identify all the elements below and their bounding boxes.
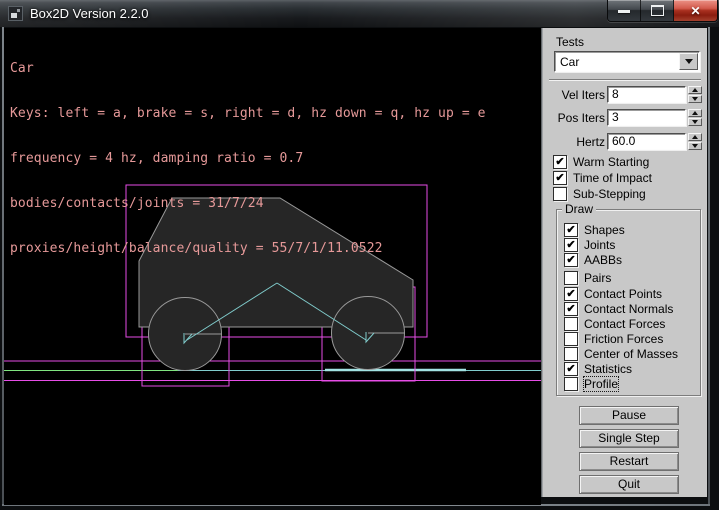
control-panel: Tests Car Vel Iters 8 Pos Iters 3 Hertz bbox=[543, 28, 707, 497]
window-controls: ✕ bbox=[607, 0, 718, 22]
window-title: Box2D Version 2.2.0 bbox=[30, 6, 149, 21]
maximize-button[interactable] bbox=[641, 0, 674, 21]
checkbox-label: Warm Starting bbox=[573, 155, 649, 169]
spinner-down-button[interactable] bbox=[688, 118, 702, 126]
checkbox-box[interactable]: ✔ bbox=[564, 362, 578, 376]
checkbox-label: Time of Impact bbox=[573, 171, 652, 185]
checkbox-box[interactable] bbox=[564, 332, 578, 346]
spinner-up-button[interactable] bbox=[688, 86, 702, 94]
spinner-down-icon bbox=[692, 144, 698, 148]
pause-button[interactable]: Pause bbox=[579, 406, 679, 425]
stats-line-keys: Keys: left = a, brake = s, right = d, hz… bbox=[10, 106, 486, 121]
hertz-spinner bbox=[688, 133, 702, 150]
quit-button[interactable]: Quit bbox=[579, 475, 679, 494]
hertz-input[interactable]: 60.0 bbox=[607, 133, 686, 150]
app-window: Box2D Version 2.2.0 ✕ bbox=[0, 0, 719, 510]
checkbox-label: AABBs bbox=[584, 253, 622, 267]
pos-iters-row: Pos Iters 3 bbox=[543, 109, 707, 126]
spinner-down-button[interactable] bbox=[688, 142, 702, 150]
app-icon bbox=[8, 6, 23, 21]
vel-iters-label: Vel Iters bbox=[562, 88, 605, 102]
checkbox-label: Shapes bbox=[584, 223, 625, 237]
vel-iters-input[interactable]: 8 bbox=[607, 86, 686, 103]
pos-iters-spinner bbox=[688, 109, 702, 126]
title-bar[interactable]: Box2D Version 2.2.0 ✕ bbox=[0, 0, 719, 27]
checkbox-box[interactable]: ✔ bbox=[564, 253, 578, 267]
spinner-down-icon bbox=[692, 97, 698, 101]
tests-dropdown-value: Car bbox=[560, 55, 579, 69]
spinner-up-icon bbox=[692, 135, 698, 139]
spinner-up-icon bbox=[692, 88, 698, 92]
checkbox-label: Pairs bbox=[584, 271, 611, 285]
checkbox-label: Contact Normals bbox=[584, 302, 673, 316]
checkbox-box[interactable]: ✔ bbox=[564, 287, 578, 301]
hertz-row: Hertz 60.0 bbox=[543, 133, 707, 150]
spinner-up-icon bbox=[692, 111, 698, 115]
vel-iters-row: Vel Iters 8 bbox=[543, 86, 707, 103]
tests-dropdown[interactable]: Car bbox=[554, 51, 700, 72]
spinner-down-button[interactable] bbox=[688, 95, 702, 103]
maximize-icon bbox=[651, 5, 664, 16]
stats-overlay: Car Keys: left = a, brake = s, right = d… bbox=[10, 31, 486, 286]
checkbox-box[interactable]: ✔ bbox=[564, 223, 578, 237]
checkbox-box[interactable] bbox=[564, 271, 578, 285]
minimize-button[interactable] bbox=[608, 0, 641, 21]
chevron-down-icon bbox=[685, 59, 693, 64]
draw-group-label: Draw bbox=[562, 203, 596, 216]
checkbox-box[interactable] bbox=[564, 377, 578, 391]
spinner-up-button[interactable] bbox=[688, 133, 702, 141]
stats-line-test-name: Car bbox=[10, 61, 486, 76]
window-frame-right bbox=[708, 27, 710, 506]
checkbox-box[interactable]: ✔ bbox=[553, 171, 567, 185]
pos-iters-input[interactable]: 3 bbox=[607, 109, 686, 126]
checkbox-box[interactable] bbox=[553, 187, 567, 201]
separator bbox=[549, 79, 701, 81]
close-icon: ✕ bbox=[690, 5, 700, 17]
checkbox-box[interactable]: ✔ bbox=[564, 238, 578, 252]
tests-dropdown-button[interactable] bbox=[679, 53, 698, 70]
close-button[interactable]: ✕ bbox=[674, 0, 717, 21]
minimize-icon bbox=[618, 10, 630, 13]
stats-line-frequency: frequency = 4 hz, damping ratio = 0.7 bbox=[10, 151, 486, 166]
checkbox-label: Friction Forces bbox=[584, 332, 663, 346]
checkbox-box[interactable]: ✔ bbox=[553, 155, 567, 169]
draw-group-box: Draw ✔ Shapes ✔ Joints ✔ AABBs Pairs ✔ C… bbox=[556, 209, 701, 396]
checkbox-label: Profile bbox=[584, 377, 618, 391]
single-step-button[interactable]: Single Step bbox=[579, 429, 679, 448]
checkbox-label: Contact Points bbox=[584, 287, 662, 301]
checkbox-box[interactable] bbox=[564, 317, 578, 331]
pos-iters-label: Pos Iters bbox=[558, 111, 605, 125]
simulation-canvas[interactable]: Car Keys: left = a, brake = s, right = d… bbox=[4, 28, 541, 505]
spinner-down-icon bbox=[692, 120, 698, 124]
tests-label: Tests bbox=[556, 35, 584, 49]
checkbox-box[interactable]: ✔ bbox=[564, 302, 578, 316]
checkbox-label: Center of Masses bbox=[584, 347, 678, 361]
checkbox-label: Joints bbox=[584, 238, 615, 252]
stats-line-bodies: bodies/contacts/joints = 31/7/24 bbox=[10, 196, 486, 211]
spinner-up-button[interactable] bbox=[688, 109, 702, 117]
restart-button[interactable]: Restart bbox=[579, 452, 679, 471]
checkbox-box[interactable] bbox=[564, 347, 578, 361]
checkbox-label: Statistics bbox=[584, 362, 632, 376]
hertz-label: Hertz bbox=[576, 135, 605, 149]
vel-iters-spinner bbox=[688, 86, 702, 103]
checkbox-label: Contact Forces bbox=[584, 317, 665, 331]
stats-line-proxies: proxies/height/balance/quality = 55/7/1/… bbox=[10, 241, 486, 256]
checkbox-label: Sub-Stepping bbox=[573, 187, 646, 201]
